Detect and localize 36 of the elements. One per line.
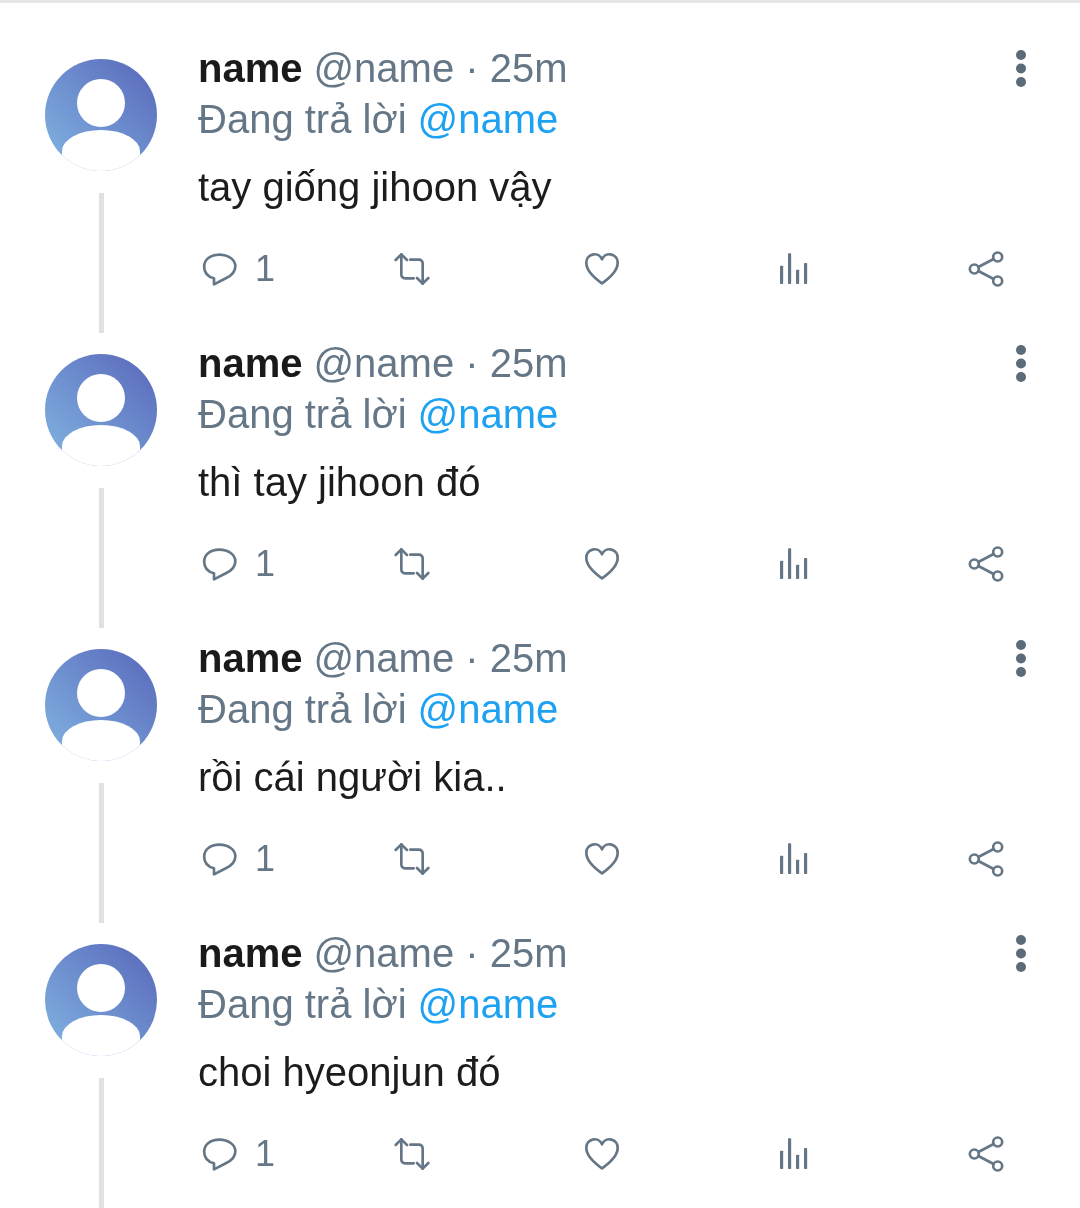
replying-to-label: Đang trả lời [198,980,407,1028]
tweet-text: choi hyeonjun đó [198,1049,501,1096]
tweet-text: thì tay jihoon đó [198,459,481,506]
tweet-text: rồi cái người kia.. [198,754,507,801]
reply-button[interactable]: 1 [200,544,276,584]
share-icon[interactable] [966,1134,1006,1174]
author-name[interactable]: name [198,43,303,93]
more-options-icon[interactable] [1016,934,1026,972]
default-avatar-icon[interactable] [45,649,157,761]
handle-and-time: @name · 25m [313,930,568,977]
reply-button[interactable]: 1 [200,249,276,289]
more-options-icon[interactable] [1016,639,1026,677]
reply-button[interactable]: 1 [200,1134,276,1174]
handle-and-time: @name · 25m [313,45,568,92]
replying-to-label: Đang trả lời [198,685,407,733]
tweet-text: tay giống jihoon vậy [198,164,552,211]
mention-link[interactable]: @name [417,93,559,144]
default-avatar-icon[interactable] [45,944,157,1056]
author-name[interactable]: name [198,338,303,388]
default-avatar-icon[interactable] [45,59,157,171]
reply-button[interactable]: 1 [200,839,276,879]
mention-link[interactable]: @name [417,978,559,1029]
more-options-icon[interactable] [1016,344,1026,382]
replying-to-label: Đang trả lời [198,390,407,438]
share-icon[interactable] [966,544,1006,584]
author-name[interactable]: name [198,633,303,683]
more-options-icon[interactable] [1016,49,1026,87]
mention-link[interactable]: @name [417,683,559,734]
mention-link[interactable]: @name [417,388,559,439]
handle-and-time: @name · 25m [313,340,568,387]
replying-to-label: Đang trả lời [198,95,407,143]
share-icon[interactable] [966,839,1006,879]
handle-and-time: @name · 25m [313,635,568,682]
share-icon[interactable] [966,249,1006,289]
author-name[interactable]: name [198,928,303,978]
default-avatar-icon[interactable] [45,354,157,466]
